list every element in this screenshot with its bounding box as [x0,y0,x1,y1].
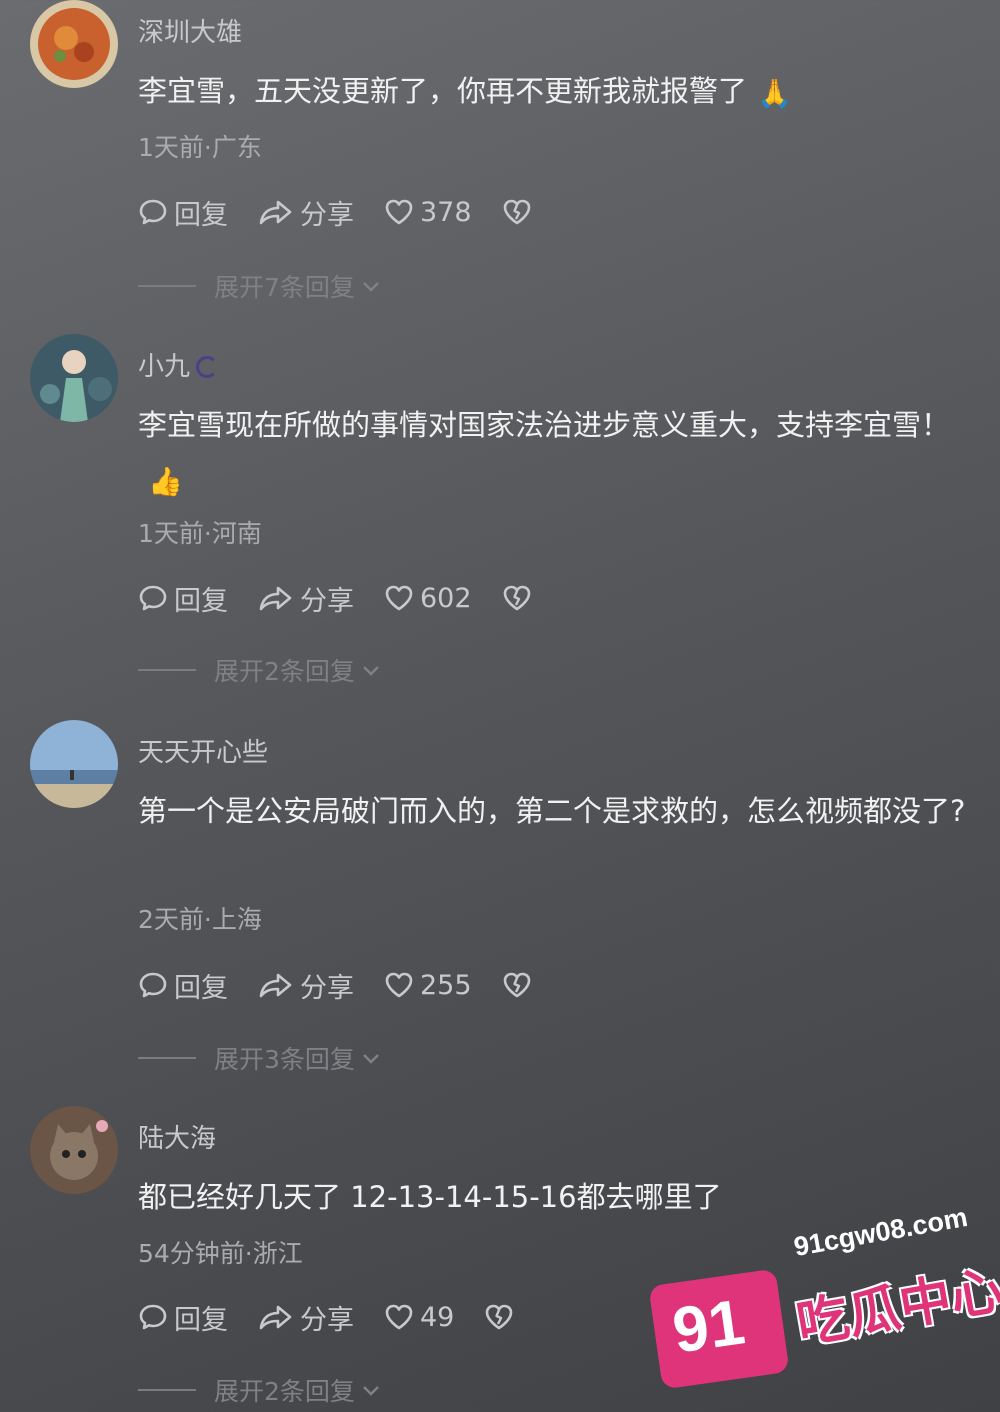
dislike-button[interactable] [502,970,538,1000]
avatar-portrait-image [30,334,118,422]
share-arrow-icon [259,1305,292,1330]
expand-label: 展开2条回复 [214,1377,355,1406]
like-button[interactable]: 378 [384,197,472,228]
reply-label: 回复 [174,1304,228,1336]
comment-text: 李宜雪现在所做的事情对国家法治进步意义重大，支持李宜雪！ 👍 [138,398,968,509]
expand-replies-button[interactable]: 展开2条回复 [138,1372,383,1408]
expand-label: 展开2条回复 [214,657,355,686]
avatar[interactable] [30,720,118,808]
heart-icon [385,972,413,998]
dislike-heart-icon [503,972,530,998]
thumbs-up-emoji-icon: 👍 [148,465,183,498]
share-arrow-icon [259,973,292,998]
divider [138,285,196,287]
share-label: 分享 [300,1304,354,1336]
divider [138,1057,196,1059]
reply-button[interactable]: 回复 [138,193,228,232]
divider [138,669,196,671]
like-button[interactable]: 602 [384,583,472,614]
avatar-food-image [30,0,118,88]
share-button[interactable]: 分享 [258,966,354,1005]
reply-button[interactable]: 回复 [138,579,228,618]
username[interactable]: 深圳大雄 [138,12,242,49]
watermark-name: 吃瓜中心 [792,1260,1000,1356]
comment-text: 第一个是公安局破门而入的，第二个是求救的，怎么视频都没了? [138,794,966,828]
heart-icon [385,199,413,225]
chevron-down-icon [363,1386,379,1396]
comment-meta: 1天前·广东 [138,133,262,162]
reply-bubble-icon [139,972,167,998]
like-count: 255 [420,969,472,1001]
reply-bubble-icon [139,199,167,225]
dislike-heart-icon [503,199,530,225]
heart-icon [385,1304,413,1330]
comment-actions: 回复 分享 602 [138,578,568,618]
chevron-down-icon [363,1054,379,1064]
share-arrow-icon [259,200,292,225]
expand-replies-button[interactable]: 展开3条回复 [138,1040,383,1076]
share-button[interactable]: 分享 [258,193,354,232]
reply-bubble-icon [139,1304,167,1330]
watermark-number: 91 [668,1285,749,1367]
comment-meta: 54分钟前·浙江 [138,1239,303,1268]
reply-bubble-icon [139,585,167,611]
reply-label: 回复 [174,585,228,617]
like-count: 378 [420,196,472,228]
comment-text: 李宜雪，五天没更新了，你再不更新我就报警了 🙏 [138,64,968,121]
username-text: 小九 [138,352,191,382]
watermark-logo: 91 91cgw08.com 吃瓜中心 [648,1201,1000,1395]
expand-replies-button[interactable]: 展开7条回复 [138,268,383,304]
comment-text-body: 李宜雪现在所做的事情对国家法治进步意义重大，支持李宜雪！ [138,408,951,442]
heart-icon [385,585,413,611]
dislike-heart-icon [486,1304,513,1330]
comment-actions: 回复 分享 255 [138,965,568,1005]
badge-icon [196,356,219,378]
reply-button[interactable]: 回复 [138,1298,228,1337]
avatar[interactable] [30,1106,118,1194]
like-button[interactable]: 49 [384,1302,454,1333]
expand-replies-button[interactable]: 展开2条回复 [138,652,383,688]
share-label: 分享 [300,199,354,231]
like-count: 49 [420,1301,455,1333]
expand-label: 展开7条回复 [214,273,355,302]
username[interactable]: 天天开心些 [138,732,268,769]
dislike-button[interactable] [484,1302,520,1332]
share-label: 分享 [300,972,354,1004]
comment-text-body: 李宜雪，五天没更新了，你再不更新我就报警了 [138,74,748,108]
divider [138,1389,196,1391]
dislike-button[interactable] [502,197,538,227]
like-count: 602 [420,582,472,614]
watermark-url: 91cgw08.com [791,1201,970,1263]
comment-meta: 2天前·上海 [138,905,262,934]
share-label: 分享 [300,585,354,617]
avatar-beach-image [30,720,118,808]
comment-actions: 回复 分享 49 [138,1297,550,1337]
chevron-down-icon [363,282,379,292]
expand-label: 展开3条回复 [214,1045,355,1074]
comment-meta: 1天前·河南 [138,519,262,548]
reply-label: 回复 [174,199,228,231]
reply-button[interactable]: 回复 [138,966,228,1005]
username[interactable]: 小九 [138,346,219,383]
share-arrow-icon [259,586,292,611]
username[interactable]: 陆大海 [138,1118,216,1155]
share-button[interactable]: 分享 [258,579,354,618]
dislike-heart-icon [503,585,530,611]
dislike-button[interactable] [502,583,538,613]
comment-actions: 回复 分享 378 [138,192,568,232]
reply-label: 回复 [174,972,228,1004]
avatar[interactable] [30,0,118,88]
share-button[interactable]: 分享 [258,1298,354,1337]
avatar-cat-image [30,1106,118,1194]
like-button[interactable]: 255 [384,970,472,1001]
pray-emoji-icon: 🙏 [757,77,792,110]
avatar[interactable] [30,334,118,422]
chevron-down-icon [363,666,379,676]
